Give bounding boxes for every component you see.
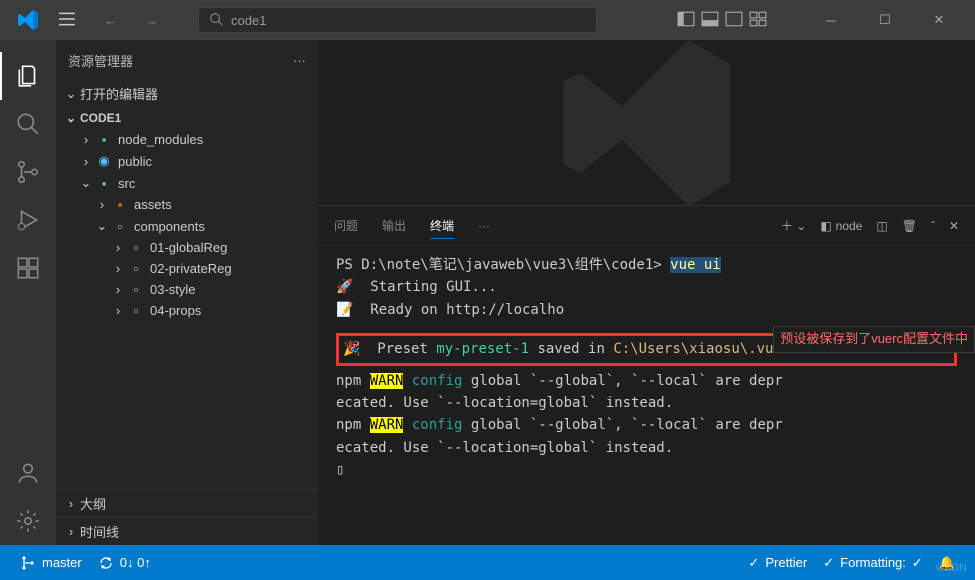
panel-actions: ＋ ⌄ ◧ node ◫ 🗑 ˆ ✕ [781,217,959,234]
chevron-right-icon: › [110,303,126,318]
chevron-right-icon: › [62,524,80,539]
titlebar: ← → code1 ─ ☐ ✕ [0,0,975,40]
terminal-command: vue ui [670,257,721,273]
chevron-right-icon: › [78,132,94,147]
folder-icon: ▫ [126,303,146,318]
sidebar-title: 资源管理器 [68,51,133,70]
activity-source-control[interactable] [0,148,56,196]
chevron-right-icon: › [110,240,126,255]
terminal-line: ecated. Use `--location=global` instead. [336,392,957,414]
maximize-panel-icon[interactable]: ˆ [931,219,935,233]
command-center[interactable]: code1 [198,7,597,33]
tree-item-node-modules[interactable]: › ▪ node_modules [62,129,318,150]
section-project[interactable]: ⌄ CODE1 [56,107,318,129]
tab-output[interactable]: 输出 [382,213,406,238]
activity-explorer[interactable] [0,52,56,100]
tree-item-assets[interactable]: › ▪ assets [62,194,318,215]
tab-problems[interactable]: 问题 [334,213,358,238]
search-placeholder: code1 [231,13,266,28]
tree-item-src[interactable]: ⌄ ▪ src [62,172,318,194]
status-bar: master 0↓ 0↑ ✓ Prettier ✓ Formatting: ✓ … [0,545,975,580]
status-branch[interactable]: master [12,555,90,571]
tree-item-03[interactable]: › ▫ 03-style [62,279,318,300]
sidebar: 资源管理器 ··· ⌄ 打开的编辑器 ⌄ CODE1 › ▪ node_modu… [56,40,318,545]
folder-icon: ▪ [94,132,114,147]
annotation-callout: 预设被保存到了vuerc配置文件中 [773,326,975,353]
tree-item-04[interactable]: › ▫ 04-props [62,300,318,321]
editor-empty [318,40,975,205]
panel-tabs: 问题 输出 终端 ··· ＋ ⌄ ◧ node ◫ 🗑 ˆ ✕ [318,206,975,246]
watermark: CSDN [936,562,967,574]
tab-more[interactable]: ··· [478,215,490,237]
terminal-line: npm WARN config global `--global`, `--lo… [336,414,957,436]
terminal-line: 📝 Ready on http://localho [336,299,957,321]
tree-item-components[interactable]: ⌄ ▫ components [62,215,318,237]
terminal-prompt: PS D:\note\笔记\javaweb\vue3\组件\code1> [336,257,662,273]
status-sync[interactable]: 0↓ 0↑ [90,555,159,571]
section-timeline[interactable]: › 时间线 [56,517,318,545]
close-panel-icon[interactable]: ✕ [949,219,959,233]
sidebar-header: 资源管理器 ··· [56,40,318,80]
layout-bottom-icon[interactable] [701,10,719,31]
search-icon [209,12,223,29]
chevron-right-icon: › [62,496,80,511]
more-icon[interactable]: ··· [293,53,306,68]
layout-right-icon[interactable] [725,10,743,31]
folder-icon: ◉ [94,153,114,169]
tree-item-01[interactable]: › ▫ 01-globalReg [62,237,318,258]
folder-icon: ▫ [110,219,130,234]
terminal-panel: 问题 输出 终端 ··· ＋ ⌄ ◧ node ◫ 🗑 ˆ ✕ PS D:\no… [318,205,975,545]
tab-terminal[interactable]: 终端 [430,213,454,239]
terminal-profile[interactable]: ◧ node [820,219,862,233]
nav-back-icon[interactable]: ← [104,13,117,28]
titlebar-right: ─ ☐ ✕ [677,5,959,35]
chevron-right-icon: › [94,197,110,212]
activity-extensions[interactable] [0,244,56,292]
vscode-logo [16,8,40,32]
folder-icon: ▫ [126,282,146,297]
file-tree: › ▪ node_modules › ◉ public ⌄ ▪ src › ▪ … [56,129,318,489]
menu-icon[interactable] [58,10,76,31]
chevron-right-icon: › [110,261,126,276]
activity-run-debug[interactable] [0,196,56,244]
folder-icon: ▪ [110,197,130,212]
tree-item-02[interactable]: › ▫ 02-privateReg [62,258,318,279]
activity-settings[interactable] [0,497,56,545]
chevron-down-icon: ⌄ [94,218,110,234]
tree-item-public[interactable]: › ◉ public [62,150,318,172]
split-terminal-icon[interactable]: ◫ [876,219,887,233]
terminal-line: 🚀 Starting GUI... [336,276,957,298]
layout-grid-icon[interactable] [749,10,767,31]
kill-terminal-icon[interactable]: 🗑 [902,219,917,233]
chevron-right-icon: › [78,154,94,169]
activity-accounts[interactable] [0,449,56,497]
terminal-cursor: ▯ [336,459,957,481]
terminal[interactable]: PS D:\note\笔记\javaweb\vue3\组件\code1> vue… [318,246,975,545]
terminal-line: ecated. Use `--location=global` instead. [336,437,957,459]
folder-icon: ▫ [126,240,146,255]
status-formatting[interactable]: ✓ Formatting: ✓ [815,555,931,571]
maximize-button[interactable]: ☐ [865,5,905,35]
minimize-button[interactable]: ─ [811,5,851,35]
section-outline[interactable]: › 大纲 [56,489,318,517]
nav-arrows: ← → [104,13,158,28]
close-button[interactable]: ✕ [919,5,959,35]
status-prettier[interactable]: ✓ Prettier [740,555,815,571]
activity-search[interactable] [0,100,56,148]
chevron-down-icon: ⌄ [62,111,80,125]
new-terminal-button[interactable]: ＋ ⌄ [781,217,806,234]
section-open-editors[interactable]: ⌄ 打开的编辑器 [56,80,318,107]
chevron-right-icon: › [110,282,126,297]
folder-icon: ▫ [126,261,146,276]
main-area: 资源管理器 ··· ⌄ 打开的编辑器 ⌄ CODE1 › ▪ node_modu… [0,40,975,545]
nav-forward-icon[interactable]: → [145,13,158,28]
editor-area: 问题 输出 终端 ··· ＋ ⌄ ◧ node ◫ 🗑 ˆ ✕ PS D:\no… [318,40,975,545]
chevron-down-icon: ⌄ [78,175,94,191]
vscode-watermark-icon [547,40,747,205]
chevron-down-icon: ⌄ [62,86,80,102]
layout-left-icon[interactable] [677,10,695,31]
terminal-line: npm WARN config global `--global`, `--lo… [336,370,957,392]
folder-icon: ▪ [94,176,114,191]
activity-bar [0,40,56,545]
